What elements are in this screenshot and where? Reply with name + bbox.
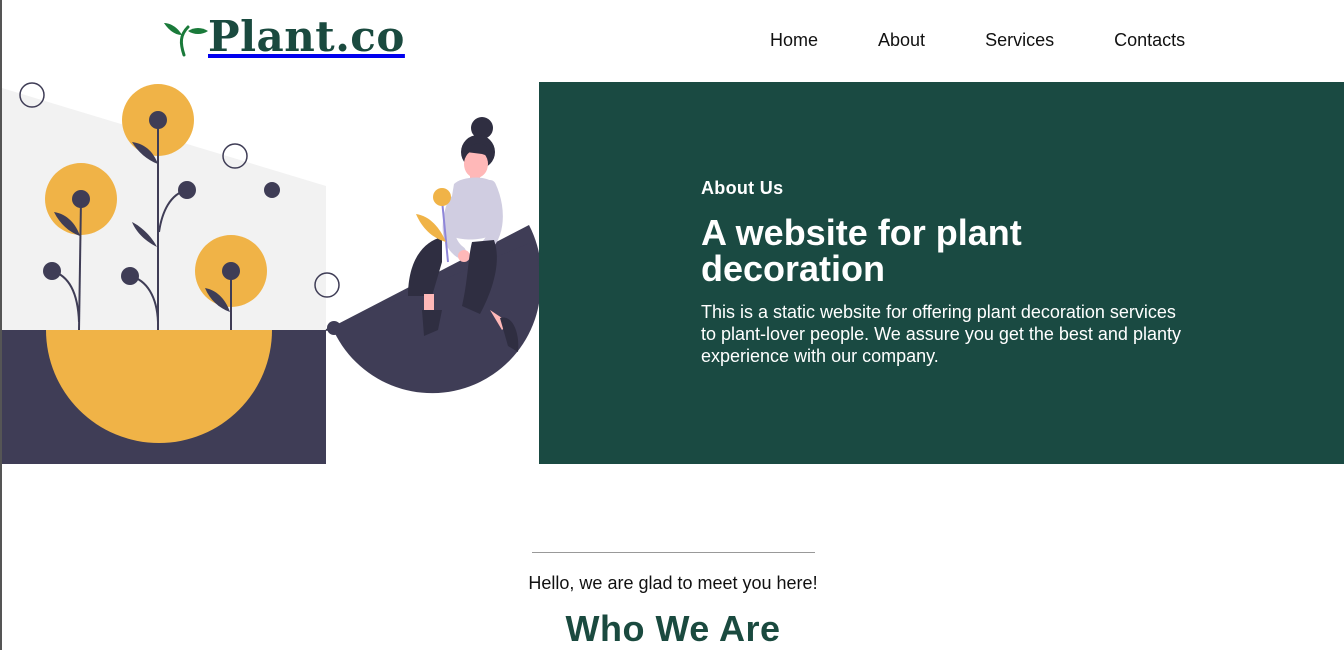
nav-contacts[interactable]: Contacts bbox=[1114, 28, 1185, 52]
hero-kicker: About Us bbox=[701, 178, 784, 198]
who-title: Who We Are bbox=[565, 608, 781, 649]
divider bbox=[531, 552, 815, 553]
plants-illustration bbox=[2, 82, 542, 464]
main-nav: Home About Services Contacts bbox=[770, 28, 1185, 52]
site-header: Plant.co Home About Services Contacts bbox=[2, 0, 1344, 82]
nav-home[interactable]: Home bbox=[770, 28, 818, 52]
nav-about[interactable]: About bbox=[878, 28, 925, 52]
who-greeting: Hello, we are glad to meet you here! bbox=[528, 573, 818, 593]
hero-description: This is a static website for offering pl… bbox=[701, 302, 1181, 366]
about-hero-panel: About Us A website for plant decoration … bbox=[539, 82, 1344, 464]
nav-services[interactable]: Services bbox=[985, 28, 1054, 52]
logo-text: Plant.co bbox=[208, 12, 405, 61]
hero-title: A website for plant decoration bbox=[701, 212, 1022, 289]
leaf-icon bbox=[164, 23, 208, 57]
logo[interactable]: Plant.co bbox=[162, 12, 405, 62]
hero-illustration bbox=[2, 82, 542, 464]
who-section: Hello, we are glad to meet you here! Who… bbox=[2, 540, 1344, 650]
hero-content: About Us A website for plant decoration … bbox=[701, 178, 1191, 367]
